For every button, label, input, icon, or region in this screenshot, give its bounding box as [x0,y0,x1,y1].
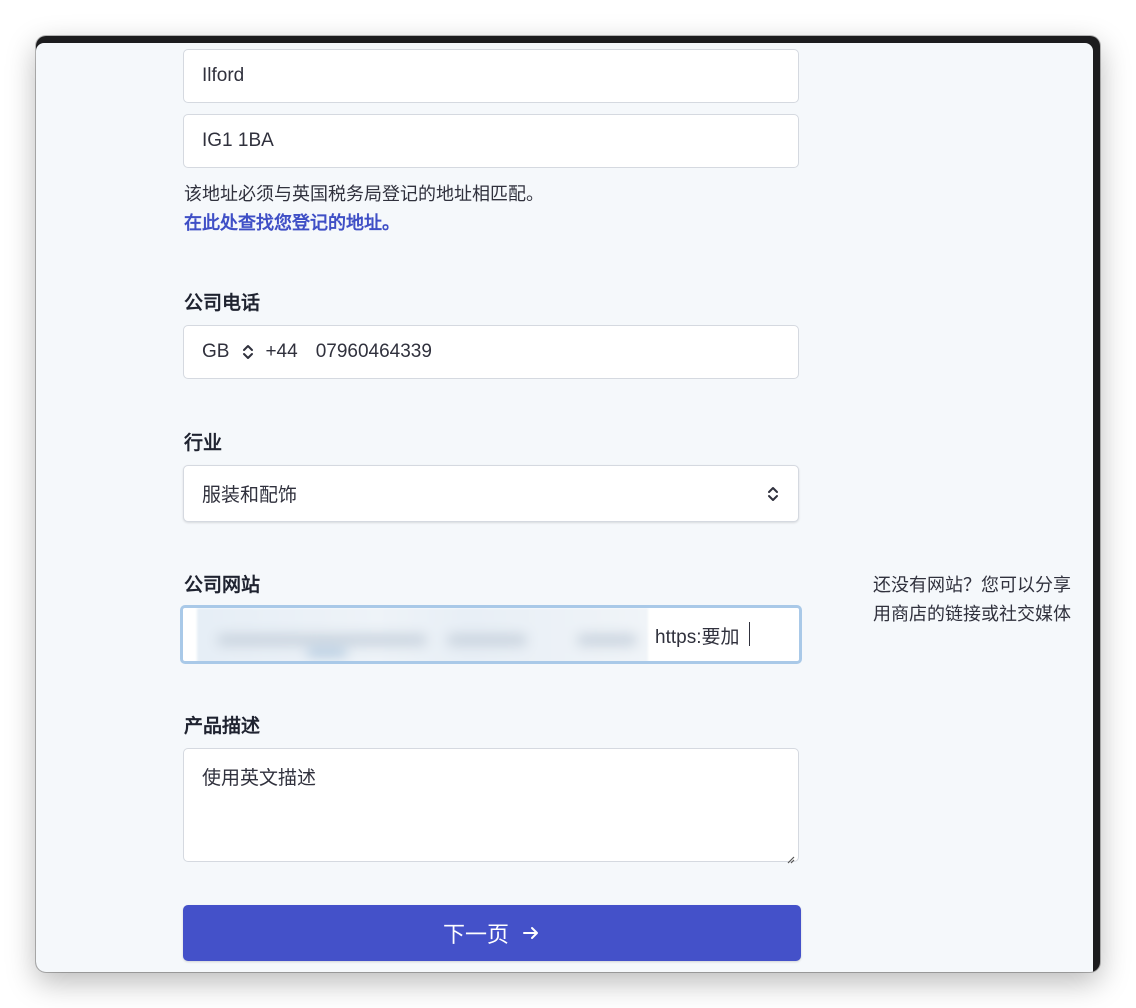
phone-label: 公司电话 [184,293,261,314]
text-cursor [749,622,750,646]
industry-selected-value: 服装和配饰 [202,485,298,506]
phone-country-code: GB [202,341,230,362]
description-value: 使用英文描述 [202,768,317,789]
redacted-website-region [197,608,648,661]
phone-dial-prefix: +44 [265,341,298,362]
side-note-line-1: 还没有网站？您可以分享 [873,575,1071,595]
redacted-blur-mark [307,648,347,656]
description-label: 产品描述 [184,716,261,737]
phone-number-input[interactable]: 07960464339 [316,341,432,363]
phone-country-select[interactable]: GB [202,341,255,363]
redacted-blur-mark [577,634,637,646]
redacted-blur-mark [217,634,427,646]
browser-window: Ilford IG1 1BA 该地址必须与英国税务局登记的地址相匹配。 在此处查… [36,36,1100,972]
address-helper-text: 该地址必须与英国税务局登记的地址相匹配。 [184,184,544,204]
description-textarea[interactable]: 使用英文描述 [183,748,799,864]
website-input[interactable]: https:要加 [180,605,802,664]
chevron-up-down-icon [241,342,255,362]
city-input[interactable]: Ilford [183,49,799,103]
page-viewport: Ilford IG1 1BA 该地址必须与英国税务局登记的地址相匹配。 在此处查… [36,43,1093,972]
address-lookup-link[interactable]: 在此处查找您登记的地址。 [184,209,544,238]
website-visible-value: https:要加 [655,627,740,648]
arrow-right-icon [521,923,541,943]
next-button-label: 下一页 [442,922,509,947]
side-note-line-2: 用商店的链接或社交媒体 [873,604,1071,624]
industry-label: 行业 [184,433,223,454]
resize-grip-icon[interactable] [785,848,795,864]
postcode-input[interactable]: IG1 1BA [183,114,799,168]
city-input-value: Ilford [202,65,245,86]
redacted-blur-mark [447,634,527,646]
website-label: 公司网站 [184,575,261,596]
next-page-button[interactable]: 下一页 [183,905,801,961]
website-side-note: 还没有网站？您可以分享 用商店的链接或社交媒体 [873,571,1093,629]
address-helper: 该地址必须与英国税务局登记的地址相匹配。 在此处查找您登记的地址。 [184,180,544,238]
chevron-up-down-icon [766,484,780,504]
postcode-input-value: IG1 1BA [202,130,274,151]
phone-field: GB +44 07960464339 [183,325,799,379]
industry-select[interactable]: 服装和配饰 [183,465,799,522]
